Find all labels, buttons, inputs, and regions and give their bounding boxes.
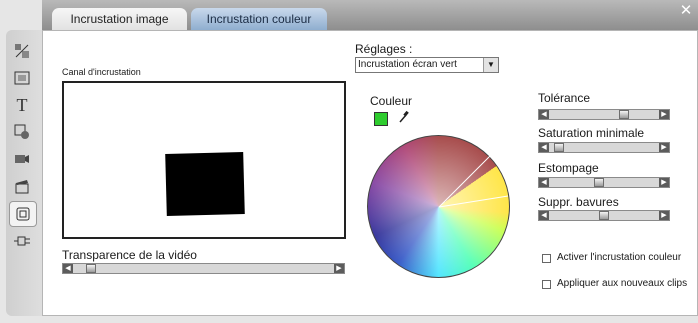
min-saturation-slider[interactable]: ◀ ▶ <box>538 142 670 153</box>
slider-thumb[interactable] <box>599 211 609 220</box>
text-icon[interactable]: T <box>9 93 35 117</box>
slider-thumb[interactable] <box>554 143 564 152</box>
slider-right-arrow[interactable]: ▶ <box>659 143 669 152</box>
keyed-shape <box>165 151 245 217</box>
slider-thumb[interactable] <box>594 178 604 187</box>
camera-icon[interactable] <box>9 147 35 171</box>
slider-left-arrow[interactable]: ◀ <box>539 143 549 152</box>
slider-left-arrow[interactable]: ◀ <box>539 110 549 119</box>
slider-thumb[interactable] <box>619 110 629 119</box>
keying-icon[interactable] <box>9 201 37 227</box>
spill-removal-slider[interactable]: ◀ ▶ <box>538 210 670 221</box>
frame-icon[interactable] <box>9 66 35 90</box>
param-label: Estompage <box>538 161 599 175</box>
close-icon[interactable]: ✕ <box>678 3 694 19</box>
slider-right-arrow[interactable]: ▶ <box>334 264 344 273</box>
eyedropper-icon[interactable] <box>398 110 410 127</box>
transition-icon[interactable] <box>9 39 35 63</box>
apply-new-clips-checkbox[interactable] <box>542 280 551 289</box>
slider-thumb[interactable] <box>86 264 96 273</box>
chevron-down-icon[interactable]: ▼ <box>483 58 498 72</box>
tab-color-keying[interactable]: Incrustation couleur <box>191 8 327 30</box>
slider-left-arrow[interactable]: ◀ <box>539 211 549 220</box>
preview-label: Canal d'incrustation <box>62 67 141 77</box>
record-icon[interactable] <box>9 120 35 144</box>
settings-label: Réglages : <box>355 42 413 56</box>
tab-image-keying[interactable]: Incrustation image <box>52 8 187 30</box>
enable-color-key-checkbox[interactable] <box>542 254 551 263</box>
color-wheel[interactable] <box>367 135 510 278</box>
checkbox-label: Appliquer aux nouveaux clips <box>557 278 688 289</box>
left-toolbar: T <box>0 0 42 323</box>
effect-icon-column: T <box>6 30 42 316</box>
slider-left-arrow[interactable]: ◀ <box>539 178 549 187</box>
tolerance-slider[interactable]: ◀ ▶ <box>538 109 670 120</box>
preset-value: Incrustation écran vert <box>358 59 457 70</box>
preset-select[interactable]: Incrustation écran vert ▼ <box>355 57 499 73</box>
plugin-icon[interactable] <box>9 229 35 253</box>
softness-slider[interactable]: ◀ ▶ <box>538 177 670 188</box>
slider-left-arrow[interactable]: ◀ <box>63 264 73 273</box>
checkbox-label: Activer l'incrustation couleur <box>557 252 682 263</box>
slider-right-arrow[interactable]: ▶ <box>659 110 669 119</box>
transparency-slider[interactable]: ◀ ▶ <box>62 263 345 274</box>
color-label: Couleur <box>370 94 413 108</box>
keying-preview <box>62 81 346 239</box>
clapboard-icon[interactable] <box>9 174 35 198</box>
transparency-label: Transparence de la vidéo <box>62 248 197 262</box>
slider-right-arrow[interactable]: ▶ <box>659 178 669 187</box>
param-label: Saturation minimale <box>538 126 645 140</box>
param-label: Suppr. bavures <box>538 195 619 209</box>
color-swatch[interactable] <box>374 112 388 126</box>
slider-right-arrow[interactable]: ▶ <box>659 211 669 220</box>
param-label: Tolérance <box>538 91 591 105</box>
